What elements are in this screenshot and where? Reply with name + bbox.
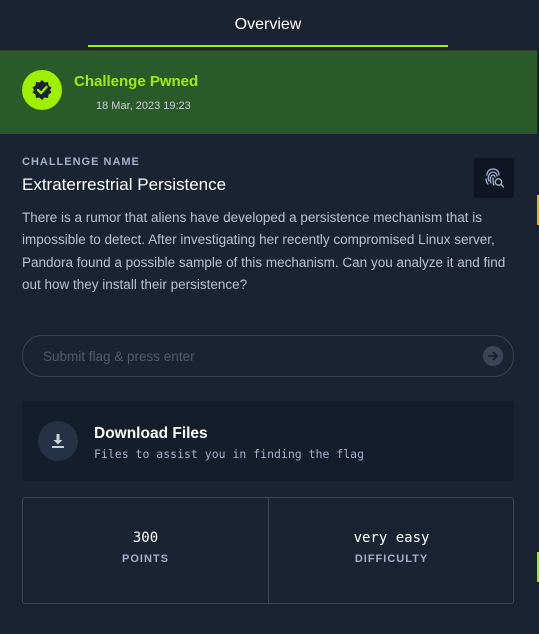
challenge-name-label: CHALLENGE NAME bbox=[22, 156, 140, 168]
pwned-status: Challenge Pwned bbox=[74, 73, 199, 90]
flag-input-container bbox=[22, 335, 514, 377]
download-subtitle: Files to assist you in finding the flag bbox=[94, 447, 365, 461]
fingerprint-search-button[interactable] bbox=[474, 158, 514, 198]
tab-active-indicator bbox=[88, 45, 448, 47]
flag-input[interactable] bbox=[43, 336, 463, 376]
fingerprint-search-icon bbox=[485, 168, 505, 188]
challenge-description: There is a rumor that aliens have develo… bbox=[22, 210, 506, 293]
challenge-title: Extraterrestrial Persistence bbox=[22, 175, 227, 194]
pwned-date: 18 Mar, 2023 19:23 bbox=[96, 100, 191, 112]
challenge-stats: 300 POINTS very easy DIFFICULTY bbox=[22, 497, 514, 604]
tab-overview-label: Overview bbox=[234, 16, 302, 33]
tab-overview[interactable]: Overview bbox=[88, 0, 448, 48]
difficulty-stat: very easy DIFFICULTY bbox=[269, 498, 514, 603]
download-icon bbox=[38, 421, 78, 461]
verified-check-icon bbox=[22, 70, 62, 110]
difficulty-value: very easy bbox=[353, 530, 430, 546]
points-stat: 300 POINTS bbox=[23, 498, 269, 603]
points-value: 300 bbox=[132, 530, 159, 546]
arrow-right-icon bbox=[488, 351, 498, 361]
download-files-card[interactable]: Download Files Files to assist you in fi… bbox=[22, 401, 514, 481]
difficulty-label: DIFFICULTY bbox=[354, 553, 429, 565]
points-label: POINTS bbox=[122, 553, 169, 565]
download-title: Download Files bbox=[94, 425, 208, 442]
tab-bar: Overview bbox=[0, 0, 539, 48]
pwned-banner: Challenge Pwned 18 Mar, 2023 19:23 bbox=[0, 50, 537, 134]
submit-flag-button[interactable] bbox=[483, 346, 503, 366]
